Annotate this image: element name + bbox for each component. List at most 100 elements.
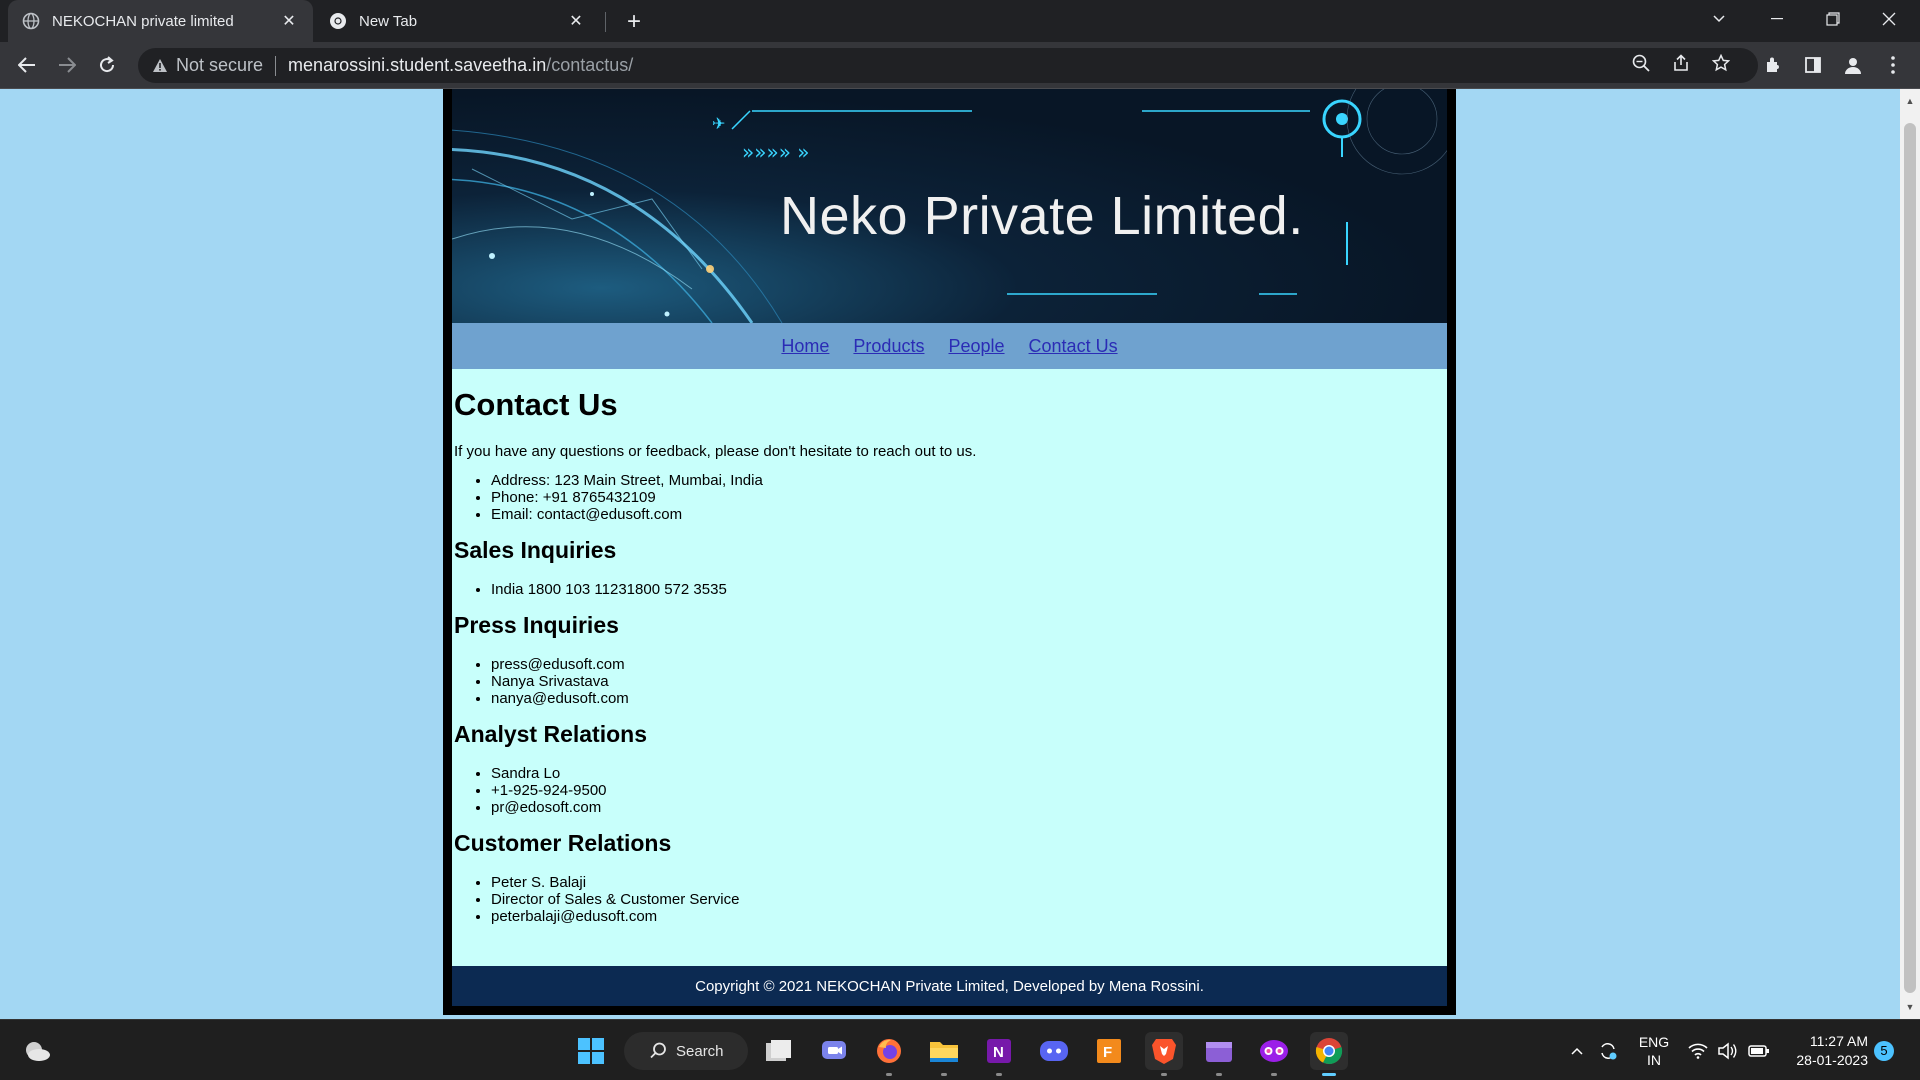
security-label[interactable]: Not secure xyxy=(176,55,263,76)
notification-badge[interactable]: 5 xyxy=(1874,1020,1898,1080)
fusion-360-icon[interactable]: F xyxy=(1090,1032,1128,1070)
extensions-icon[interactable] xyxy=(1758,50,1788,80)
taskbar-search-button[interactable]: Search xyxy=(624,1032,748,1070)
clock-time: 11:27 AM xyxy=(1809,1032,1868,1049)
section-heading-press: Press Inquiries xyxy=(454,612,619,638)
teams-chat-icon[interactable] xyxy=(815,1032,853,1070)
svg-text:F: F xyxy=(1103,1044,1112,1061)
url-path: /contactus/ xyxy=(546,55,634,75)
tab-strip: NEKOCHAN private limited ✕ New Tab ✕ + xyxy=(0,0,1920,42)
running-indicator xyxy=(941,1073,947,1076)
notification-count: 5 xyxy=(1874,1040,1894,1061)
omnibox-divider xyxy=(275,55,277,76)
region-code: IN xyxy=(1647,1051,1661,1068)
tab-search-chevron-icon[interactable] xyxy=(1692,0,1746,38)
list-item: Address: 123 Main Street, Mumbai, India xyxy=(491,472,1444,489)
main-content: Contact Us If you have any questions or … xyxy=(454,369,1444,925)
running-indicator xyxy=(1271,1073,1277,1076)
battery-icon[interactable] xyxy=(1748,1020,1772,1080)
share-icon[interactable] xyxy=(1668,50,1694,76)
running-indicator xyxy=(1216,1073,1222,1076)
list-item: Email: contact@edusoft.com xyxy=(491,506,1444,523)
running-indicator xyxy=(886,1073,892,1076)
app-mask-icon[interactable] xyxy=(1255,1032,1293,1076)
list-item: Director of Sales & Customer Service xyxy=(491,891,1444,908)
browser-toolbar: Not secure menarossini.student.saveetha.… xyxy=(0,42,1920,89)
discord-icon[interactable] xyxy=(1035,1032,1073,1070)
back-button[interactable] xyxy=(12,50,42,80)
close-window-button[interactable] xyxy=(1862,0,1916,38)
menu-kebab-icon[interactable] xyxy=(1878,50,1908,80)
search-icon xyxy=(650,1042,667,1063)
section-heading-sales: Sales Inquiries xyxy=(454,537,617,563)
taskbar: Search N F ENG IN 11:27 AM 28-01-2023 5 xyxy=(0,1019,1920,1080)
scroll-up-arrow-icon[interactable]: ▲ xyxy=(1904,95,1916,107)
onenote-icon[interactable]: N xyxy=(980,1032,1018,1076)
chrome-icon xyxy=(329,12,347,30)
list-item: India 1800 103 11231800 572 3535 xyxy=(491,581,1444,598)
section-heading-customer: Customer Relations xyxy=(454,830,672,856)
clock-date: 28-01-2023 xyxy=(1796,1051,1868,1068)
language-indicator[interactable]: ENG IN xyxy=(1636,1020,1672,1080)
warning-icon[interactable] xyxy=(152,58,168,73)
nav-link-people[interactable]: People xyxy=(948,336,1004,357)
nav-link-contact-us[interactable]: Contact Us xyxy=(1029,336,1118,357)
clock[interactable]: 11:27 AM 28-01-2023 xyxy=(1780,1020,1868,1080)
weather-widget-icon[interactable] xyxy=(18,1032,56,1070)
tab-nekochan[interactable]: NEKOCHAN private limited ✕ xyxy=(8,0,313,42)
file-explorer-icon[interactable] xyxy=(925,1032,963,1076)
profile-icon[interactable] xyxy=(1838,50,1868,80)
nav-link-home[interactable]: Home xyxy=(781,336,829,357)
close-tab-icon[interactable]: ✕ xyxy=(566,11,586,31)
reload-button[interactable] xyxy=(92,50,122,80)
section-heading-analyst: Analyst Relations xyxy=(454,721,647,747)
banner-title: Neko Private Limited. xyxy=(780,186,1304,246)
task-view-icon[interactable] xyxy=(760,1032,798,1070)
firefox-icon[interactable] xyxy=(870,1032,908,1076)
footer-text: Copyright © 2021 NEKOCHAN Private Limite… xyxy=(695,977,1204,995)
url-host: menarossini.student.saveetha.in xyxy=(288,55,547,75)
bookmark-star-icon[interactable] xyxy=(1708,50,1734,76)
close-tab-icon[interactable]: ✕ xyxy=(279,11,299,31)
running-indicator xyxy=(1322,1073,1336,1076)
main-nav: Home Products People Contact Us xyxy=(452,323,1447,369)
list-item: Phone: +91 8765432109 xyxy=(491,489,1444,506)
list-item: Nanya Srivastava xyxy=(491,673,1444,690)
tab-title: NEKOCHAN private limited xyxy=(52,12,234,30)
forward-button[interactable] xyxy=(52,50,82,80)
restore-button[interactable] xyxy=(1806,0,1860,38)
customer-list: Peter S. Balaji Director of Sales & Cust… xyxy=(491,874,1444,925)
language-code: ENG xyxy=(1638,1033,1670,1050)
page-title: Contact Us xyxy=(454,387,618,422)
brave-browser-icon[interactable] xyxy=(1145,1032,1183,1076)
minimize-button[interactable] xyxy=(1750,0,1804,38)
svg-text:»»»» »: »»»» » xyxy=(742,140,810,164)
scrollbar-thumb[interactable] xyxy=(1904,123,1916,993)
wifi-icon[interactable] xyxy=(1688,1020,1712,1080)
volume-icon[interactable] xyxy=(1718,1020,1742,1080)
list-item: Peter S. Balaji xyxy=(491,874,1444,891)
running-indicator xyxy=(1161,1073,1167,1076)
tab-new-tab[interactable]: New Tab ✕ xyxy=(315,0,600,42)
list-item: press@edusoft.com xyxy=(491,656,1444,673)
svg-text:✈: ✈ xyxy=(712,114,725,133)
tray-overflow-chevron-icon[interactable] xyxy=(1570,1020,1590,1080)
page-container: »»»» » ✈ Neko Private Limited. Home Prod… xyxy=(452,89,1447,1006)
clipchamp-icon[interactable] xyxy=(1200,1032,1238,1076)
new-tab-button[interactable]: + xyxy=(620,8,648,36)
address-bar[interactable]: Not secure menarossini.student.saveetha.… xyxy=(138,48,1758,83)
zoom-icon[interactable] xyxy=(1628,50,1654,76)
side-panel-icon[interactable] xyxy=(1798,50,1828,80)
scroll-down-arrow-icon[interactable]: ▼ xyxy=(1904,1001,1916,1013)
list-item: peterbalaji@edusoft.com xyxy=(491,908,1444,925)
chrome-taskbar-icon[interactable] xyxy=(1310,1032,1348,1076)
intro-text: If you have any questions or feedback, p… xyxy=(454,443,977,460)
sync-icon[interactable] xyxy=(1598,1020,1622,1080)
nav-link-products[interactable]: Products xyxy=(853,336,924,357)
list-item: +1-925-924-9500 xyxy=(491,782,1444,799)
header-banner: »»»» » ✈ Neko Private Limited. xyxy=(452,89,1447,323)
page-scrollbar[interactable]: ▲ ▼ xyxy=(1900,89,1920,1019)
analyst-list: Sandra Lo +1-925-924-9500 pr@edosoft.com xyxy=(491,765,1444,816)
start-windows-icon[interactable] xyxy=(572,1032,610,1070)
page-frame: »»»» » ✈ Neko Private Limited. Home Prod… xyxy=(443,89,1456,1015)
